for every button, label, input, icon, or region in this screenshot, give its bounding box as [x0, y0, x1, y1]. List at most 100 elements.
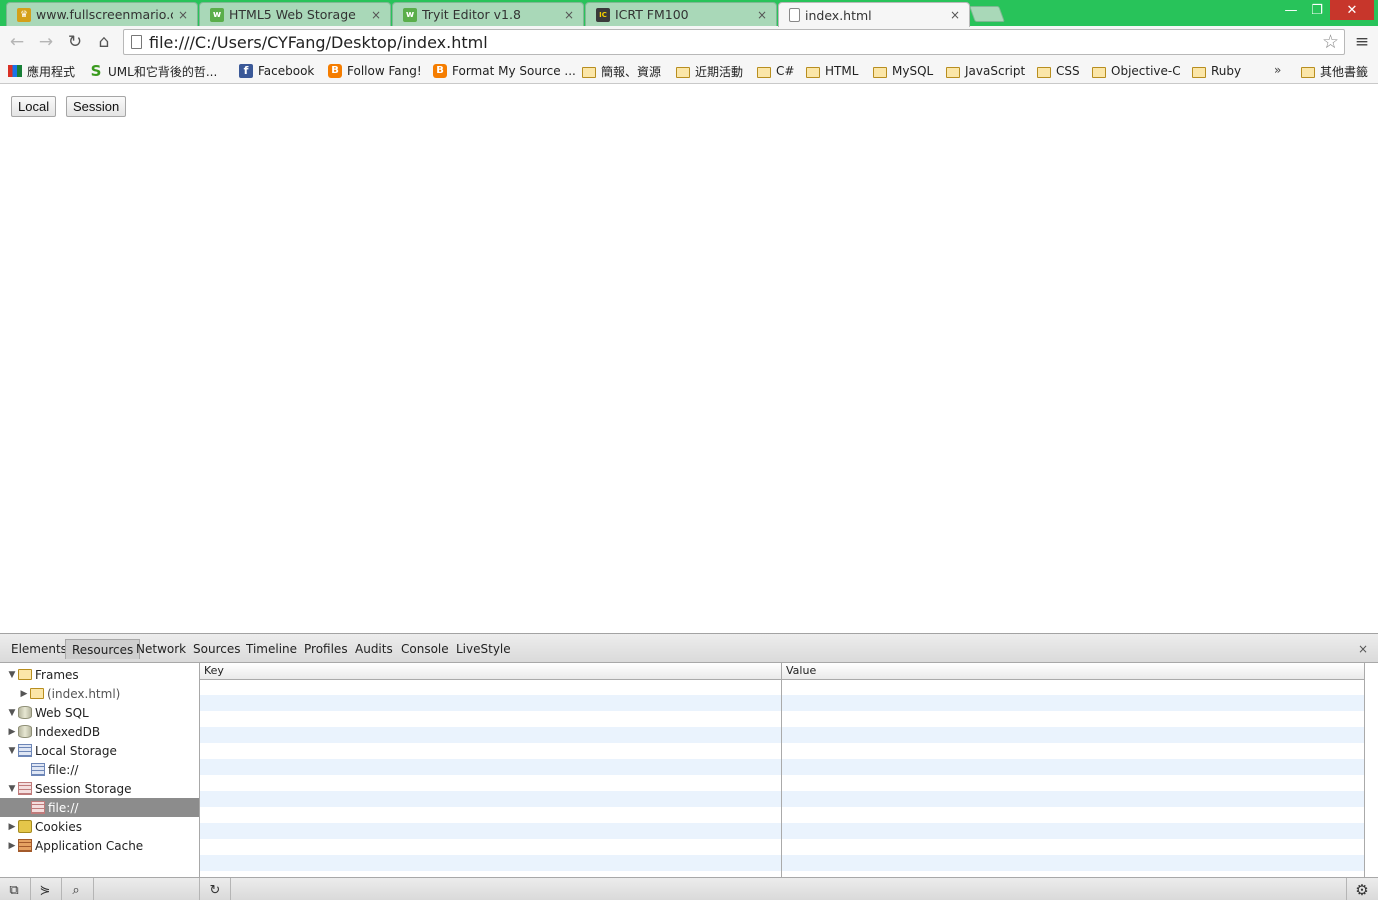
tab-sources[interactable]: Sources — [187, 639, 246, 659]
grid-empty-row — [200, 759, 1365, 775]
column-header-value[interactable]: Value — [786, 664, 816, 677]
address-url[interactable]: file:///C:/Users/CYFang/Desktop/index.ht… — [149, 33, 488, 52]
tab-close-icon[interactable]: × — [949, 8, 961, 22]
tab-close-icon[interactable]: × — [177, 8, 189, 22]
tab-profiles[interactable]: Profiles — [298, 639, 354, 659]
tree-frame-index[interactable]: ▶ (index.html) — [0, 684, 199, 703]
tree-session-storage[interactable]: ▼ Session Storage — [0, 779, 199, 798]
bookmark-label: 簡報、資源 — [601, 64, 662, 79]
tree-application-cache[interactable]: ▶ Application Cache — [0, 836, 199, 855]
tab-fullscreenmario[interactable]: ♛ www.fullscreenmario.com × — [6, 2, 198, 26]
tree-label: IndexedDB — [35, 724, 101, 739]
devtools-close-icon[interactable]: × — [1358, 642, 1368, 656]
bookmark-label: UML和它背後的哲... — [108, 64, 218, 79]
bookmark-folder[interactable]: JavaScript — [946, 60, 1025, 82]
tree-web-sql[interactable]: ▼ Web SQL — [0, 703, 199, 722]
tree-label: Cookies — [35, 819, 82, 834]
bookmark-folder[interactable]: HTML — [806, 60, 858, 82]
bookmark-label: Follow Fang! — [347, 64, 422, 78]
reload-button[interactable]: ↻ — [63, 30, 87, 54]
bookmark-folder[interactable]: C# — [757, 60, 794, 82]
tab-icrt-fm100[interactable]: IC ICRT FM100 × — [585, 2, 777, 26]
expand-arrow-icon[interactable]: ▼ — [7, 708, 17, 718]
session-button[interactable]: Session — [66, 96, 127, 117]
folder-icon — [806, 66, 820, 78]
tree-local-storage-file[interactable]: file:// — [0, 760, 199, 779]
bookmark-label: C# — [776, 64, 795, 78]
facebook-icon: f — [239, 64, 253, 78]
tab-timeline[interactable]: Timeline — [240, 639, 303, 659]
expand-arrow-icon[interactable]: ▼ — [7, 784, 17, 794]
bookmark-uml[interactable]: S UML和它背後的哲... — [89, 60, 218, 82]
tab-index-html[interactable]: index.html × — [778, 2, 970, 27]
address-bar[interactable]: file:///C:/Users/CYFang/Desktop/index.ht… — [123, 29, 1345, 55]
bookmark-folder[interactable]: 近期活動 — [676, 60, 743, 82]
settings-gear-icon[interactable]: ⚙ — [1351, 881, 1373, 899]
search-icon[interactable]: ⌕ — [65, 881, 87, 899]
apps-icon — [8, 65, 22, 77]
folder-icon — [18, 669, 32, 680]
bookmark-folder[interactable]: Objective-C — [1092, 60, 1181, 82]
tab-livestyle[interactable]: LiveStyle — [450, 639, 517, 659]
tab-title: www.fullscreenmario.com — [36, 7, 173, 22]
tab-tryit-editor[interactable]: w Tryit Editor v1.8 × — [392, 2, 584, 26]
expand-arrow-icon[interactable]: ▶ — [7, 727, 17, 737]
close-window-button[interactable]: ✕ — [1330, 0, 1374, 20]
bookmark-star-icon[interactable]: ☆ — [1322, 31, 1339, 53]
status-divider — [230, 878, 231, 900]
minimize-button[interactable]: — — [1278, 0, 1304, 20]
expand-arrow-icon[interactable]: ▶ — [7, 841, 17, 851]
local-button[interactable]: Local — [11, 96, 57, 117]
tree-session-storage-file[interactable]: file:// — [0, 798, 199, 817]
tab-close-icon[interactable]: × — [756, 8, 768, 22]
bookmark-label: 應用程式 — [27, 64, 76, 79]
forward-button[interactable]: → — [34, 30, 58, 54]
bookmark-follow-fang[interactable]: B Follow Fang! — [328, 60, 422, 82]
bookmark-facebook[interactable]: f Facebook — [239, 60, 314, 82]
expand-arrow-icon[interactable]: ▼ — [7, 670, 17, 680]
refresh-icon[interactable]: ↻ — [204, 881, 226, 899]
tab-resources[interactable]: Resources — [65, 639, 141, 659]
bookmark-folder[interactable]: MySQL — [873, 60, 933, 82]
tab-audits[interactable]: Audits — [349, 639, 399, 659]
new-tab-button[interactable] — [969, 6, 1005, 22]
expand-arrow-icon[interactable]: ▶ — [19, 689, 29, 699]
tree-frames[interactable]: ▼ Frames — [0, 665, 199, 684]
restore-button[interactable]: ❐ — [1304, 0, 1330, 20]
tab-close-icon[interactable]: × — [370, 8, 382, 22]
tree-label: Web SQL — [35, 705, 89, 720]
tab-close-icon[interactable]: × — [563, 8, 575, 22]
column-header-key[interactable]: Key — [204, 664, 224, 677]
show-console-icon[interactable]: ⋟ — [34, 881, 56, 899]
status-divider — [1346, 878, 1347, 900]
tree-cookies[interactable]: ▶ Cookies — [0, 817, 199, 836]
bookmark-folder[interactable]: Ruby — [1192, 60, 1241, 82]
bookmark-other[interactable]: 其他書籤 — [1301, 60, 1368, 82]
bookmarks-overflow-chevron[interactable]: » — [1274, 63, 1281, 77]
column-divider[interactable] — [781, 663, 782, 877]
back-button[interactable]: ← — [5, 30, 29, 54]
bookmark-folder[interactable]: CSS — [1037, 60, 1080, 82]
folder-icon — [1192, 66, 1206, 78]
tab-network[interactable]: Network — [130, 639, 192, 659]
bookmark-folder[interactable]: 簡報、資源 — [582, 60, 661, 82]
storage-data-grid[interactable]: Key Value — [200, 663, 1378, 877]
tab-title: HTML5 Web Storage — [229, 7, 356, 22]
home-button[interactable]: ⌂ — [92, 30, 116, 54]
tab-title: ICRT FM100 — [615, 7, 689, 22]
dock-side-icon[interactable]: ⧉ — [3, 881, 25, 899]
chrome-menu-button[interactable]: ≡ — [1351, 30, 1373, 54]
bookmark-format-my-source[interactable]: B Format My Source ... — [433, 60, 576, 82]
tab-html5-web-storage[interactable]: w HTML5 Web Storage × — [199, 2, 391, 26]
page-viewport: Local Session — [0, 85, 1378, 632]
session-storage-icon — [31, 801, 45, 814]
expand-arrow-icon[interactable]: ▼ — [7, 746, 17, 756]
bookmark-apps[interactable]: 應用程式 — [8, 60, 75, 82]
tab-elements[interactable]: Elements — [5, 639, 73, 659]
tab-console[interactable]: Console — [395, 639, 455, 659]
folder-icon — [1301, 66, 1315, 78]
tree-local-storage[interactable]: ▼ Local Storage — [0, 741, 199, 760]
app-cache-icon — [18, 839, 32, 852]
tree-indexeddb[interactable]: ▶ IndexedDB — [0, 722, 199, 741]
expand-arrow-icon[interactable]: ▶ — [7, 822, 17, 832]
